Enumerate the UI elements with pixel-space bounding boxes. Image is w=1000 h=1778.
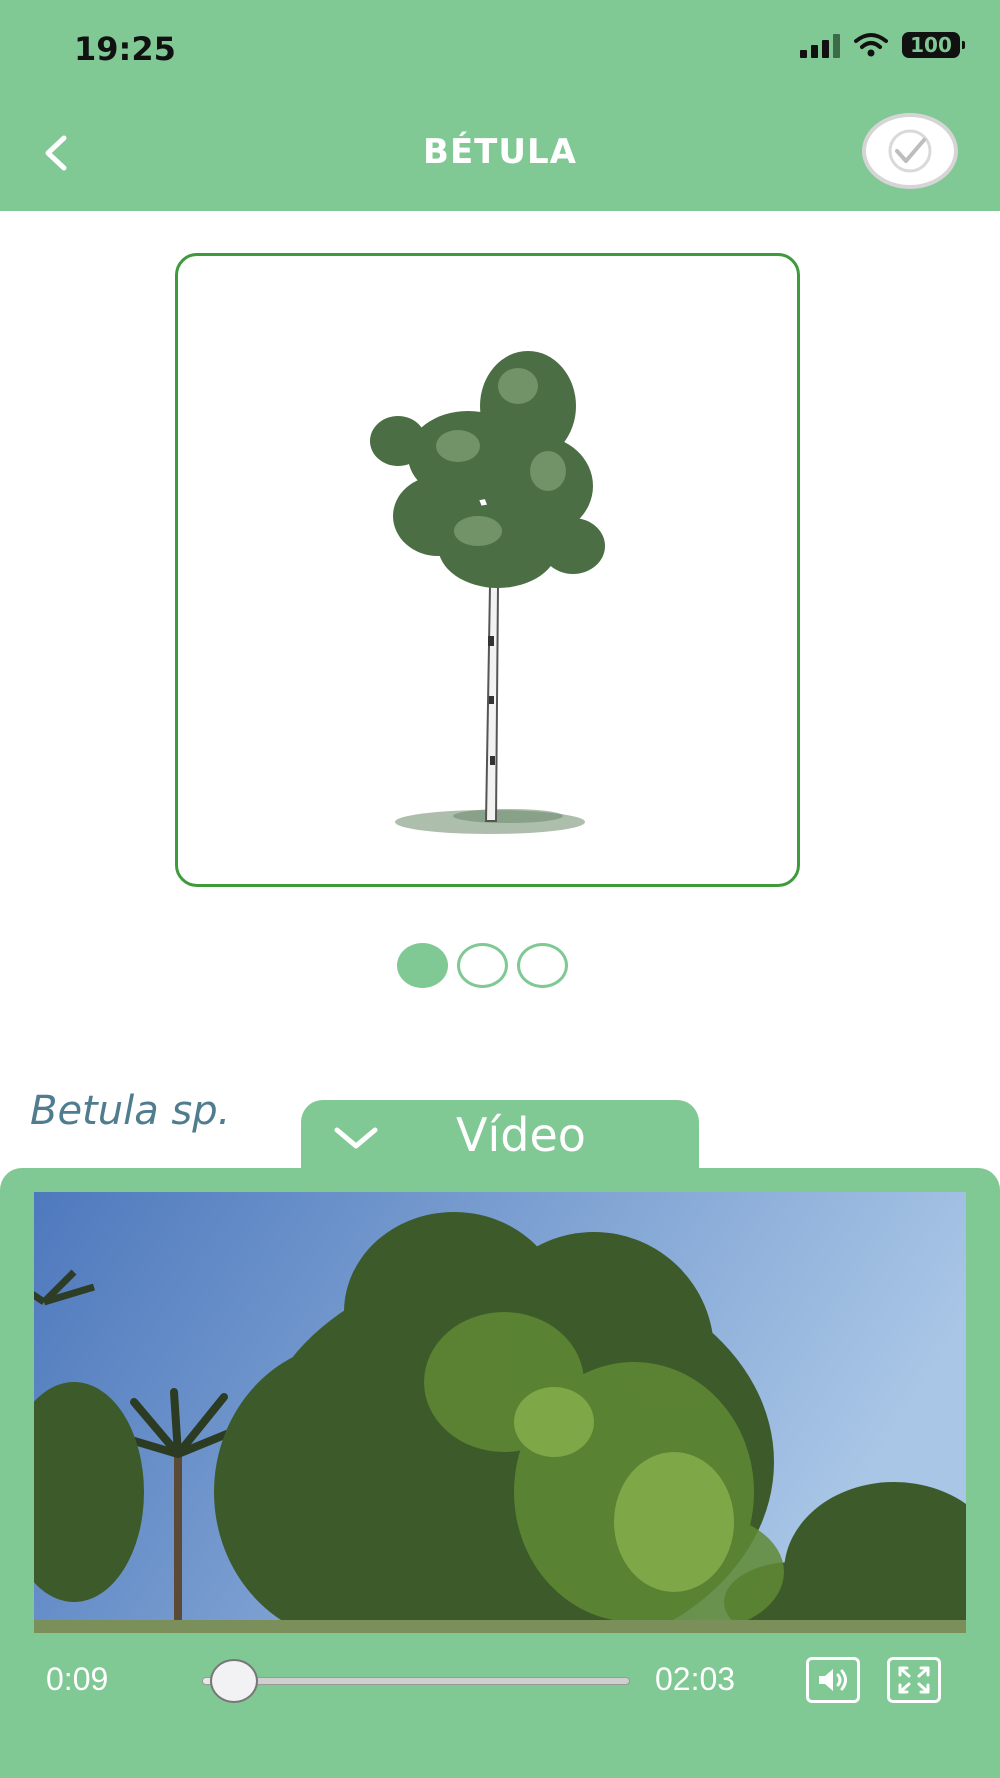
fullscreen-button[interactable]	[887, 1657, 941, 1703]
volume-button[interactable]	[806, 1657, 860, 1703]
battery-icon: 100	[902, 32, 965, 58]
video-player[interactable]	[34, 1192, 966, 1633]
page-title: BÉTULA	[423, 132, 577, 172]
page-dot-3[interactable]	[517, 943, 568, 988]
battery-level: 100	[910, 33, 952, 57]
scientific-name: Betula sp.	[30, 1088, 231, 1134]
app-header: 19:25 100 BÉTULA	[0, 0, 1000, 211]
species-image-card[interactable]	[175, 253, 800, 887]
volume-icon	[819, 1669, 847, 1691]
video-frame-image	[34, 1192, 966, 1633]
birch-tree-illustration	[370, 351, 605, 834]
current-time: 0:09	[46, 1661, 109, 1697]
page-dot-2[interactable]	[457, 943, 508, 988]
status-time: 19:25	[74, 30, 176, 68]
video-tab-label: Vídeo	[456, 1108, 586, 1162]
status-icons: 100	[800, 32, 965, 58]
video-controls: 0:09 02:03	[0, 1645, 1000, 1715]
done-button[interactable]	[862, 113, 958, 189]
page-dot-1[interactable]	[397, 943, 448, 988]
chevron-down-icon	[334, 1127, 378, 1149]
seek-bar[interactable]	[202, 1659, 630, 1703]
fullscreen-icon	[898, 1666, 930, 1694]
video-tab[interactable]: Vídeo	[301, 1100, 699, 1190]
cellular-signal-icon	[800, 32, 840, 58]
wifi-icon	[854, 33, 888, 57]
check-icon	[888, 129, 932, 173]
seek-bar-thumb[interactable]	[210, 1659, 259, 1703]
gallery-pagination	[397, 943, 568, 988]
total-duration: 02:03	[655, 1661, 736, 1697]
